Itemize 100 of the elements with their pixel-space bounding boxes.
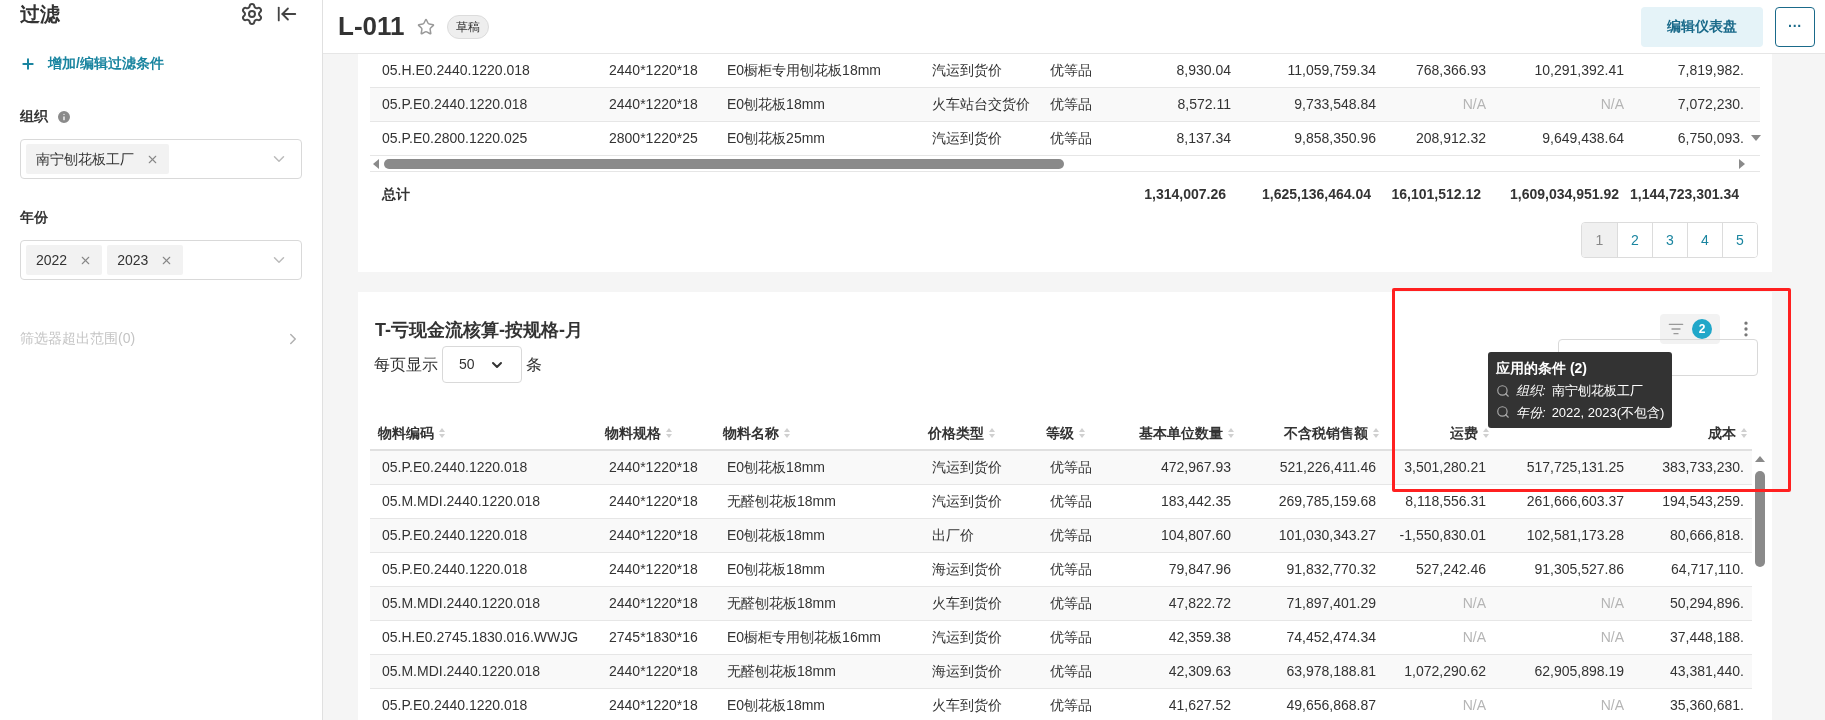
tag-label: 2022 (36, 250, 68, 270)
table-cell-text: 2440*1220*18 (609, 560, 698, 579)
table-cell-text: 35,360,681. (1670, 696, 1744, 715)
table-cell-text: 无醛刨花板18mm (727, 662, 836, 681)
table-cell-text: 50,294,896. (1670, 594, 1744, 613)
table-cell-text: 05.P.E0.2440.1220.018 (382, 560, 528, 579)
table-cell-text: N/A (1462, 594, 1486, 613)
table-cell-text: N/A (1462, 696, 1486, 715)
table-cell-text: 2440*1220*18 (609, 662, 698, 681)
table-cell-text: 183,442.35 (1160, 492, 1231, 511)
table-cell-text: N/A (1600, 594, 1624, 613)
table-cell-text: 优等品 (1050, 628, 1092, 647)
filter-label: 组织 (20, 107, 48, 126)
table-cell-text: 7,819,982. (1677, 61, 1744, 80)
table-cell-text: N/A (1600, 95, 1624, 114)
table-cell-text: N/A (1600, 628, 1624, 647)
per-page-unit: 条 (526, 354, 542, 375)
table-cell-text: 火车到货价 (932, 594, 1002, 613)
table-cell-text: 49,656,868.87 (1286, 696, 1376, 715)
table-cell-text: E0橱柜专用刨花板16mm (727, 628, 882, 647)
table-cell-text: 7,072,230. (1677, 95, 1744, 114)
table-cell-text: 3,501,280.21 (1404, 458, 1486, 477)
table-cell-text: 火车站台交货价 (932, 95, 1030, 114)
table-cell-text: 出厂价 (932, 526, 974, 545)
table-cell-text: 海运到货价 (932, 662, 1002, 681)
table-cell-text: 42,309.63 (1168, 662, 1231, 681)
condition-name: 组织: (1516, 382, 1546, 400)
filter-count-badge: 2 (1692, 319, 1712, 339)
table-cell-text: -1,550,830.01 (1399, 526, 1486, 545)
table-cell-text: 优等品 (1050, 560, 1092, 579)
condition-value: 南宁刨花板工厂 (1551, 382, 1643, 400)
table-cell-text: 05.P.E0.2440.1220.018 (382, 526, 528, 545)
table-cell-text: 37,448,188. (1670, 628, 1744, 647)
table-cell-text: 1,625,136,464.04 (1262, 184, 1371, 204)
table-cell-text: 优等品 (1050, 594, 1092, 613)
table-cell-text: 62,905,898.19 (1534, 662, 1624, 681)
table-cell-text: 16,101,512.12 (1391, 184, 1481, 204)
table-cell-text: 05.P.E0.2800.1220.025 (382, 129, 528, 148)
table-cell-text: 05.P.E0.2440.1220.018 (382, 458, 528, 477)
table-cell-text: 优等品 (1050, 458, 1092, 477)
table-cell-text: 527,242.46 (1415, 560, 1486, 579)
table-cell-text: 无醛刨花板18mm (727, 594, 836, 613)
table-cell-text: 汽运到货价 (932, 628, 1002, 647)
table-cell-text: 208,912.32 (1415, 129, 1486, 148)
table-cell-text: 2440*1220*18 (609, 594, 698, 613)
sidebar-title: 过滤 (20, 2, 60, 27)
table-cell-text: N/A (1600, 696, 1624, 715)
table-cell-text: 05.P.E0.2440.1220.018 (382, 95, 528, 114)
table-cell-text: 79,847.96 (1168, 560, 1231, 579)
table-cell-text: 6,750,093. (1677, 129, 1744, 148)
table-cell-text: 9,858,350.96 (1294, 129, 1376, 148)
table-cell-text: E0刨花板18mm (727, 95, 826, 114)
table-cell-text: 1,314,007.26 (1144, 184, 1226, 204)
table-cell-text: 8,118,556.31 (1405, 492, 1486, 511)
table-cell-text: 8,137.34 (1176, 129, 1231, 148)
table-cell-text: 1,144,723,301.34 (1630, 184, 1739, 204)
table-cell-text: 74,452,474.34 (1286, 628, 1376, 647)
table-cell-text: 71,897,401.29 (1286, 594, 1376, 613)
table-cell-text: 101,030,343.27 (1278, 526, 1376, 545)
table-cell-text: 汽运到货价 (932, 458, 1002, 477)
table-cell-text: 2440*1220*18 (609, 61, 698, 80)
tag-label: 2023 (117, 250, 149, 270)
table-cell-text: 80,666,818. (1670, 526, 1744, 545)
per-page-label: 每页显示 (374, 354, 438, 375)
status-badge: 草稿 (446, 14, 489, 39)
table-cell-text: 05.M.MDI.2440.1220.018 (382, 492, 540, 511)
table-cell-text: 1,072,290.62 (1404, 662, 1486, 681)
table-cell-text: 91,832,770.32 (1286, 560, 1376, 579)
table-cell-text: 91,305,527.86 (1534, 560, 1624, 579)
table-cell-text: 2440*1220*18 (609, 526, 698, 545)
table-cell-text: N/A (1462, 95, 1486, 114)
table-cell-text: 优等品 (1050, 662, 1092, 681)
dashboard-title: L-011 (338, 10, 405, 43)
table-cell-text: 2440*1220*18 (609, 696, 698, 715)
condition-name: 年份: (1516, 403, 1546, 422)
table-cell-text: 41,627.52 (1168, 696, 1231, 715)
table-cell-text: 汽运到货价 (932, 61, 1002, 80)
table-cell-text: 521,226,411.46 (1279, 458, 1376, 477)
table-cell-text: 2440*1220*18 (609, 95, 698, 114)
table-cell-text: 火车到货价 (932, 696, 1002, 715)
table-cell-text: 102,581,173.28 (1526, 526, 1624, 545)
table-cell-text: 63,978,188.81 (1286, 662, 1376, 681)
table-cell-text: 11,059,759.34 (1287, 61, 1376, 80)
total-label: 总计 (382, 185, 410, 202)
table-cell-text: 383,733,230. (1662, 458, 1744, 477)
table-cell-text: 海运到货价 (932, 560, 1002, 579)
table-cell-text: 9,733,548.84 (1294, 95, 1376, 114)
table-cell-text: 104,807.60 (1160, 526, 1231, 545)
table-cell-text: 无醛刨花板18mm (727, 492, 836, 511)
table-cell-text: 47,822.72 (1168, 594, 1231, 613)
tooltip-title: 应用的条件 (2) (1496, 359, 1588, 378)
condition-value: 2022, 2023(不包含) (1551, 403, 1665, 422)
table-cell-text: 05.P.E0.2440.1220.018 (382, 696, 528, 715)
table-cell-text: E0刨花板18mm (727, 696, 826, 715)
table-cell-text: 汽运到货价 (932, 129, 1002, 148)
table-cell-text: E0刨花板25mm (727, 129, 826, 148)
table-cell-text: 2745*1830*16 (609, 628, 698, 647)
table-cell-text: 1,609,034,951.92 (1510, 184, 1619, 204)
table-cell-text: 768,366.93 (1415, 61, 1486, 80)
table-cell-text: E0刨花板18mm (727, 526, 826, 545)
